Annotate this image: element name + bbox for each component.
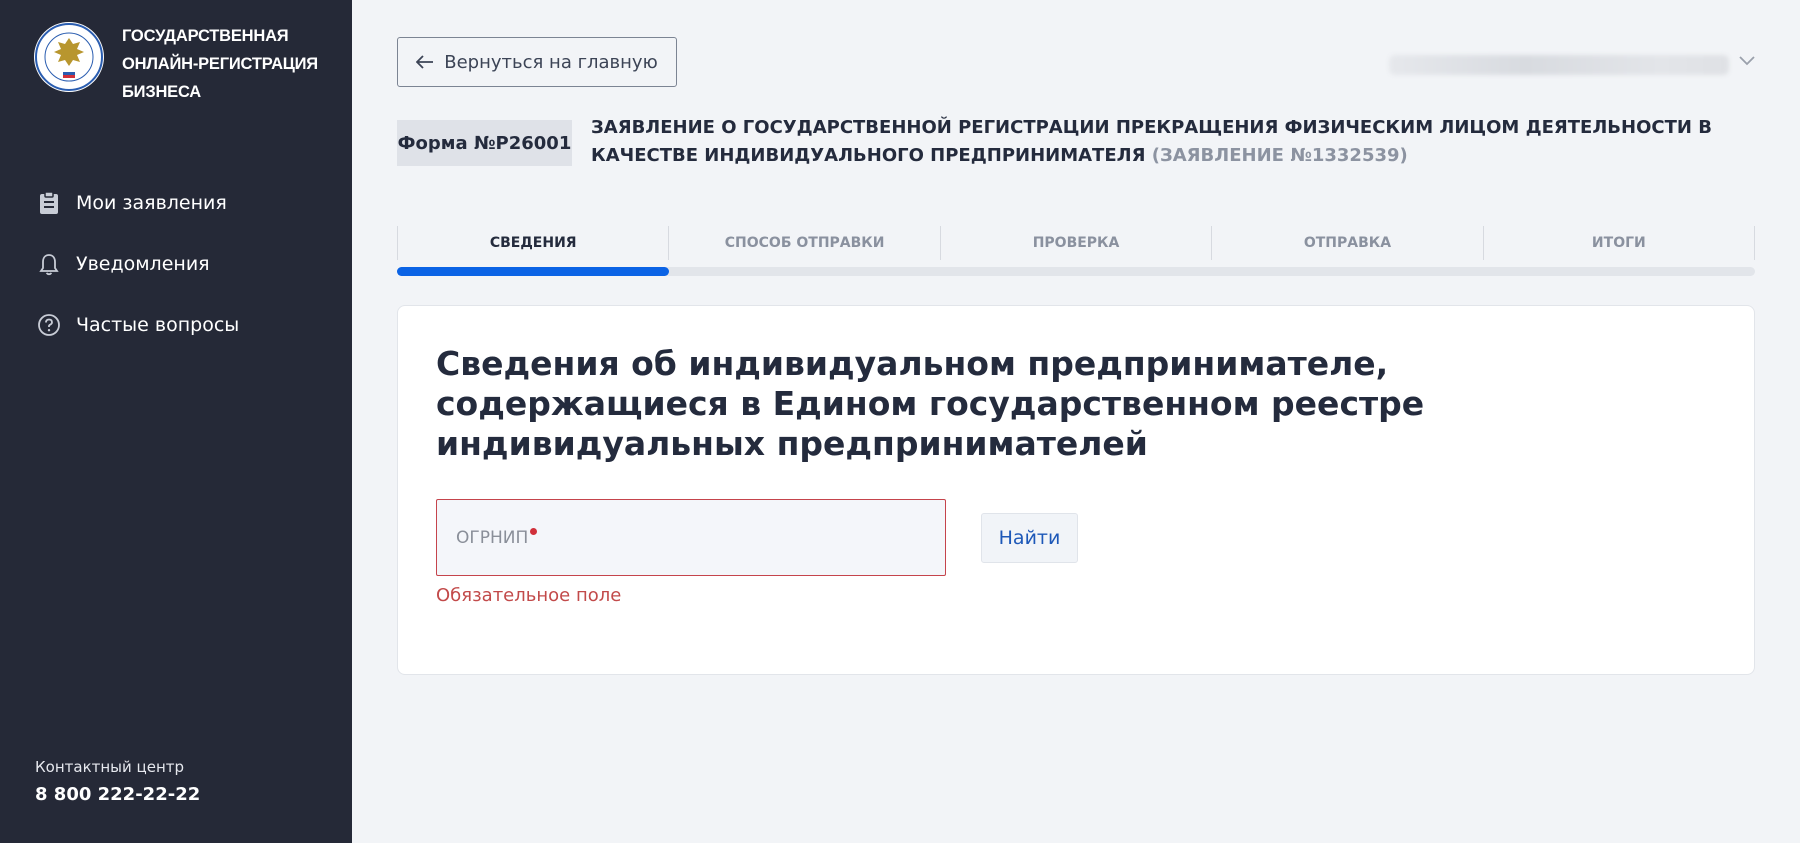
contact-center: Контактный центр 8 800 222-22-22 bbox=[35, 758, 200, 805]
logo-line: ОНЛАЙН-РЕГИСТРАЦИЯ bbox=[122, 55, 318, 73]
contact-label: Контактный центр bbox=[35, 758, 185, 776]
ogrnip-error-message: Обязательное поле bbox=[436, 585, 622, 606]
steps-progress-fill bbox=[397, 267, 669, 276]
form-number-badge: Форма №Р26001 bbox=[397, 120, 572, 166]
steps-progress-bar bbox=[397, 267, 1755, 276]
sidebar-item-label: Уведомления bbox=[76, 252, 210, 275]
ogrnip-label: ОГРНИП bbox=[456, 528, 538, 548]
logo[interactable]: ГОСУДАРСТВЕННАЯ ОНЛАЙН-РЕГИСТРАЦИЯ БИЗНЕ… bbox=[34, 22, 318, 106]
sidebar-item-notifications[interactable]: Уведомления bbox=[36, 233, 239, 294]
form-card: Сведения об индивидуальном предпринимате… bbox=[397, 305, 1755, 675]
logo-text: ГОСУДАРСТВЕННАЯ ОНЛАЙН-РЕГИСТРАЦИЯ БИЗНЕ… bbox=[122, 22, 318, 106]
logo-line: БИЗНЕСА bbox=[122, 83, 201, 101]
back-to-home-button[interactable]: Вернуться на главную bbox=[397, 37, 677, 87]
ogrnip-input[interactable]: ОГРНИП bbox=[436, 499, 946, 576]
tab-delivery-method[interactable]: СПОСОБ ОТПРАВКИ bbox=[668, 226, 939, 260]
logo-line: ГОСУДАРСТВЕННАЯ bbox=[122, 27, 289, 45]
required-marker-icon bbox=[530, 528, 538, 535]
question-circle-icon bbox=[36, 312, 62, 338]
fns-emblem-icon bbox=[34, 22, 104, 92]
sidebar-nav: Мои заявления Уведомления Частые вопросы bbox=[36, 172, 239, 355]
tab-info[interactable]: СВЕДЕНИЯ bbox=[397, 226, 668, 260]
sidebar-item-faq[interactable]: Частые вопросы bbox=[36, 294, 239, 355]
user-name-blurred[interactable] bbox=[1389, 55, 1729, 75]
sidebar-item-my-applications[interactable]: Мои заявления bbox=[36, 172, 239, 233]
chevron-down-icon[interactable] bbox=[1738, 50, 1756, 74]
tab-review[interactable]: ПРОВЕРКА bbox=[939, 226, 1211, 260]
find-button[interactable]: Найти bbox=[981, 513, 1078, 563]
section-title: Сведения об индивидуальном предпринимате… bbox=[436, 344, 1425, 463]
sidebar: ГОСУДАРСТВЕННАЯ ОНЛАЙН-РЕГИСТРАЦИЯ БИЗНЕ… bbox=[0, 0, 352, 843]
tab-results[interactable]: ИТОГИ bbox=[1482, 226, 1756, 260]
tab-submission[interactable]: ОТПРАВКА bbox=[1211, 226, 1482, 260]
form-title: ЗАЯВЛЕНИЕ О ГОСУДАРСТВЕННОЙ РЕГИСТРАЦИИ … bbox=[591, 114, 1761, 170]
sidebar-item-label: Частые вопросы bbox=[76, 313, 240, 336]
back-button-label: Вернуться на главную bbox=[444, 51, 658, 73]
application-number: (ЗАЯВЛЕНИЕ №1332539) bbox=[1151, 145, 1408, 166]
arrow-left-icon bbox=[415, 50, 434, 74]
clipboard-icon bbox=[36, 190, 62, 216]
contact-phone[interactable]: 8 800 222-22-22 bbox=[35, 784, 200, 805]
ogrnip-label-text: ОГРНИП bbox=[456, 528, 529, 548]
sidebar-item-label: Мои заявления bbox=[76, 191, 227, 214]
bell-icon bbox=[36, 251, 62, 277]
